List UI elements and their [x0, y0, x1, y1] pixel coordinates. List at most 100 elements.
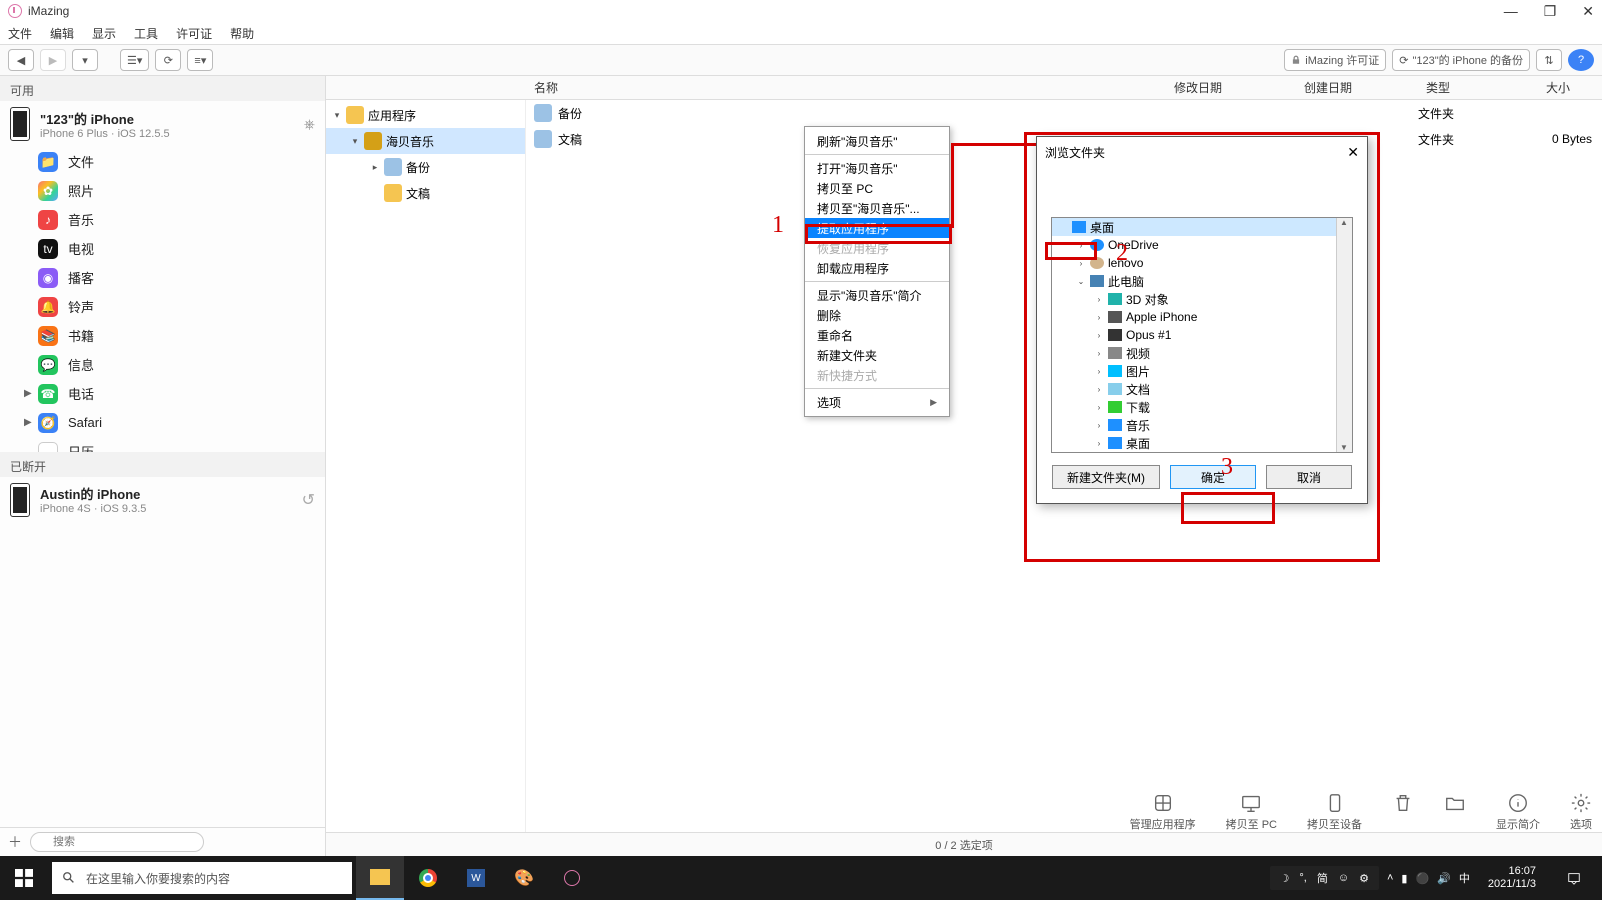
manage-apps-button[interactable]: 管理应用程序 — [1130, 792, 1196, 832]
ime-gear-icon: ⚙ — [1359, 872, 1369, 885]
tree-backup[interactable]: ▸ 备份 — [326, 154, 525, 180]
ctx-item[interactable]: 提取应用程序 — [805, 218, 949, 238]
ctx-item[interactable]: 选项▶ — [805, 392, 949, 412]
ctx-item[interactable]: 重命名 — [805, 325, 949, 345]
copy-to-device-button[interactable]: 拷贝至设备 — [1307, 792, 1362, 832]
menu-view[interactable]: 显示 — [92, 25, 116, 42]
device-austin-iphone[interactable]: Austin的 iPhone iPhone 4S · iOS 9.3.5 ↺ — [0, 477, 325, 523]
refresh-button[interactable]: ⟳ — [155, 49, 181, 71]
folder-tree-item[interactable]: ›Opus #1 — [1052, 326, 1352, 344]
back-button[interactable]: ◀ — [8, 49, 34, 71]
sidebar-item-1[interactable]: ✿照片 — [0, 176, 325, 205]
pc-icon — [1090, 275, 1104, 287]
sidebar-search-input[interactable] — [30, 832, 204, 852]
sidebar-item-8[interactable]: ▶☎电话 — [0, 379, 325, 408]
nav-label: 照片 — [68, 181, 94, 200]
tray-lang[interactable]: 中 — [1459, 870, 1470, 886]
gear-icon — [1570, 792, 1592, 814]
folder-tree-item[interactable]: ›音乐 — [1052, 416, 1352, 434]
backup-of-device-button[interactable]: ⟳"123"的 iPhone 的备份 — [1392, 49, 1530, 71]
show-info-button[interactable]: 显示简介 — [1496, 792, 1540, 832]
ctx-item[interactable]: 打开"海贝音乐" — [805, 158, 949, 178]
forward-button[interactable]: ▶ — [40, 49, 66, 71]
taskbar-word[interactable]: W — [452, 856, 500, 900]
taskbar-imazing[interactable] — [548, 856, 596, 900]
sidebar-item-0[interactable]: 📁文件 — [0, 147, 325, 176]
taskbar-explorer[interactable] — [356, 856, 404, 900]
sidebar-item-2[interactable]: ♪音乐 — [0, 205, 325, 234]
tree-root-apps[interactable]: ▾ 应用程序 — [326, 102, 525, 128]
maximize-button[interactable]: ❐ — [1544, 3, 1557, 20]
folder-tree-item[interactable]: ›桌面 — [1052, 434, 1352, 452]
add-button[interactable]: ＋ — [8, 832, 22, 852]
menu-file[interactable]: 文件 — [8, 25, 32, 42]
notification-button[interactable] — [1554, 856, 1594, 900]
menu-license[interactable]: 许可证 — [176, 25, 212, 42]
col-name[interactable]: 名称 — [526, 79, 1166, 96]
taskbar-search[interactable]: 在这里输入你要搜索的内容 — [52, 862, 352, 894]
new-folder-button[interactable]: 新建文件夹(M) — [1052, 465, 1160, 489]
ok-button[interactable]: 确定 — [1170, 465, 1256, 489]
close-button[interactable]: ✕ — [1582, 3, 1594, 20]
col-size[interactable]: 大小 — [1538, 79, 1602, 96]
scrollbar[interactable] — [1336, 218, 1352, 452]
ctx-item[interactable]: 刷新"海贝音乐" — [805, 131, 949, 151]
help-button[interactable]: ? — [1568, 49, 1594, 71]
folder-tree-item[interactable]: ›视频 — [1052, 344, 1352, 362]
col-type[interactable]: 类型 — [1418, 79, 1538, 96]
taskbar-clock[interactable]: 16:07 2021/11/3 — [1478, 865, 1546, 891]
ctx-item[interactable]: 卸载应用程序 — [805, 258, 949, 278]
start-button[interactable] — [0, 856, 48, 900]
cloud-icon — [1090, 239, 1104, 251]
col-mdate[interactable]: 修改日期 — [1166, 79, 1296, 96]
menu-edit[interactable]: 编辑 — [50, 25, 74, 42]
up-button[interactable]: ▾ — [72, 49, 98, 71]
ctx-item[interactable]: 新建文件夹 — [805, 345, 949, 365]
annotation-line — [951, 143, 954, 228]
sidebar-item-9[interactable]: ▶🧭Safari — [0, 408, 325, 437]
sort-button[interactable]: ≡▾ — [187, 49, 213, 71]
folder-tree-item[interactable]: ›OneDrive — [1052, 236, 1352, 254]
tree-docs[interactable]: 文稿 — [326, 180, 525, 206]
folder-tree-item[interactable]: ⌄此电脑 — [1052, 272, 1352, 290]
transfer-button[interactable]: ⇅ — [1536, 49, 1562, 71]
folder-tree-item[interactable]: ›3D 对象 — [1052, 290, 1352, 308]
ctx-item[interactable]: 显示"海贝音乐"简介 — [805, 285, 949, 305]
sidebar-item-6[interactable]: 📚书籍 — [0, 321, 325, 350]
dialog-close-button[interactable]: ✕ — [1347, 144, 1359, 161]
sidebar-item-7[interactable]: 💬信息 — [0, 350, 325, 379]
folder-button[interactable] — [1444, 792, 1466, 832]
sidebar-item-10[interactable]: 4日历 — [0, 437, 325, 452]
nav-label: 铃声 — [68, 297, 94, 316]
options-button[interactable]: 选项 — [1570, 792, 1592, 832]
taskbar-paint[interactable]: 🎨 — [500, 856, 548, 900]
sidebar-item-3[interactable]: tv电视 — [0, 234, 325, 263]
minimize-button[interactable]: — — [1504, 3, 1518, 20]
col-cdate[interactable]: 创建日期 — [1296, 79, 1418, 96]
license-button[interactable]: iMazing 许可证 — [1284, 49, 1386, 71]
ime-bar[interactable]: ☽ °, 简 ☺ ⚙ — [1270, 866, 1379, 890]
folder-tree-item[interactable]: 桌面 — [1052, 218, 1352, 236]
folder-tree-item[interactable]: ›Apple iPhone — [1052, 308, 1352, 326]
list-view-button[interactable]: ☰▾ — [120, 49, 149, 71]
tree-app-haibei[interactable]: ▾ 海贝音乐 — [326, 128, 525, 154]
device-123-iphone[interactable]: "123"的 iPhone iPhone 6 Plus · iOS 12.5.5… — [0, 101, 325, 147]
taskbar-chrome[interactable] — [404, 856, 452, 900]
folder-tree-item[interactable]: ›文档 — [1052, 380, 1352, 398]
folder-tree-item[interactable]: ›下载 — [1052, 398, 1352, 416]
folder-tree-item[interactable]: ›lenovo — [1052, 254, 1352, 272]
cancel-button[interactable]: 取消 — [1266, 465, 1352, 489]
copy-to-pc-button[interactable]: 拷贝至 PC — [1226, 792, 1277, 832]
ctx-item[interactable]: 删除 — [805, 305, 949, 325]
sidebar-item-5[interactable]: 🔔铃声 — [0, 292, 325, 321]
expand-icon: › — [1094, 331, 1104, 340]
sidebar-item-4[interactable]: ◉播客 — [0, 263, 325, 292]
file-row[interactable]: 备份文件夹 — [526, 100, 1602, 126]
ctx-item[interactable]: 拷贝至"海贝音乐"... — [805, 198, 949, 218]
delete-button[interactable] — [1392, 792, 1414, 832]
menu-help[interactable]: 帮助 — [230, 25, 254, 42]
tray-chevron-icon[interactable]: ˄ — [1387, 872, 1393, 884]
folder-tree-item[interactable]: ›图片 — [1052, 362, 1352, 380]
ctx-item[interactable]: 拷贝至 PC — [805, 178, 949, 198]
menu-tools[interactable]: 工具 — [134, 25, 158, 42]
